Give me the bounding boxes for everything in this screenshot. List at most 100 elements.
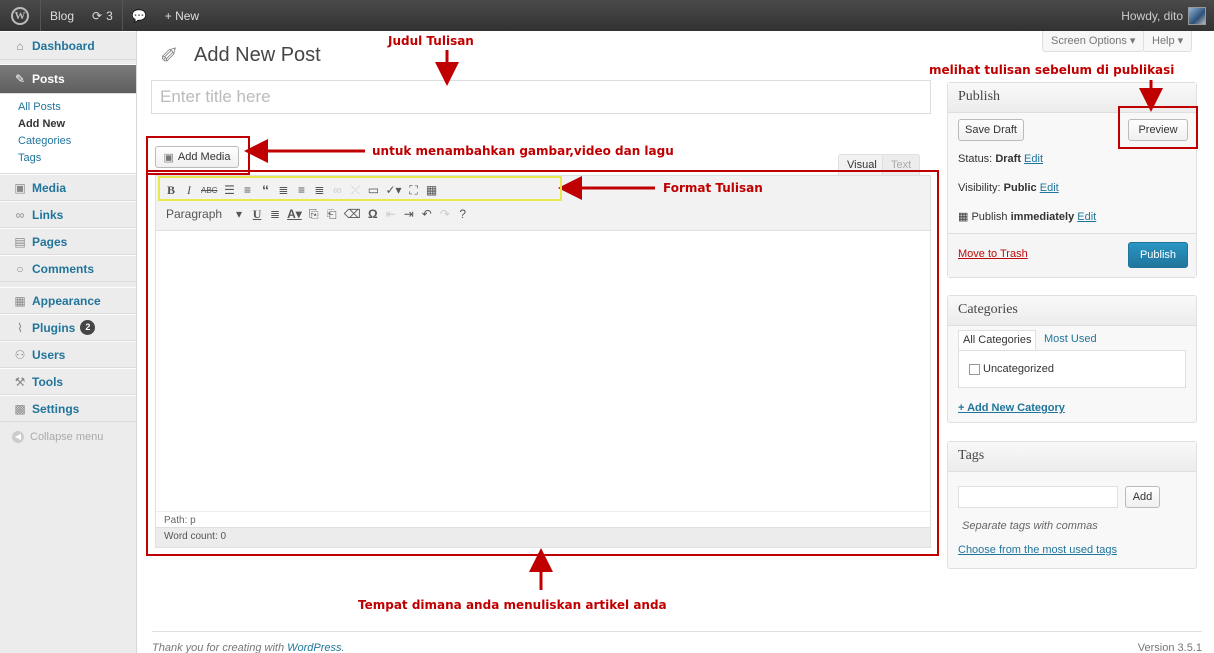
comments-link[interactable]: 💬 bbox=[123, 0, 156, 31]
annotation-media: untuk menambahkan gambar,video dan lagu bbox=[372, 144, 674, 158]
media-icon: ▣ bbox=[14, 180, 26, 195]
footer-thanks: Thank you for creating with bbox=[152, 642, 285, 653]
sidebar-item-label: Comments bbox=[32, 261, 95, 276]
page-title: Add New Post bbox=[194, 44, 321, 66]
submenu-add-new[interactable]: Add New bbox=[0, 116, 136, 133]
publish-actions: Move to Trash Publish bbox=[948, 233, 1196, 277]
new-content-link[interactable]: + New bbox=[156, 0, 208, 31]
version-text: Version 3.5.1 bbox=[1137, 642, 1202, 653]
home-icon: ⌂ bbox=[16, 38, 24, 53]
annotation-preview: melihat tulisan sebelum di publikasi bbox=[929, 63, 1175, 77]
submenu-tags[interactable]: Tags bbox=[0, 150, 136, 167]
edit-visibility-link[interactable]: Edit bbox=[1040, 182, 1059, 194]
users-icon: ⚇ bbox=[14, 347, 26, 362]
refresh-icon: ⟳ bbox=[92, 8, 103, 23]
admin-bar: W Blog ⟳ 3 💬 + New Howdy, dito bbox=[0, 0, 1214, 31]
sidebar-item-users[interactable]: ⚇ Users bbox=[0, 341, 136, 368]
settings-icon: ▩ bbox=[14, 401, 26, 416]
schedule-value: immediately bbox=[1010, 211, 1075, 223]
submenu-categories[interactable]: Categories bbox=[0, 133, 136, 150]
tools-icon: ⚒ bbox=[14, 374, 26, 389]
sidebar-item-settings[interactable]: ▩ Settings bbox=[0, 395, 136, 422]
footer: Thank you for creating with WordPress. V… bbox=[152, 631, 1202, 653]
visibility-row: Visibility: Public Edit bbox=[958, 182, 1059, 194]
sidebar-item-appearance[interactable]: ▦ Appearance bbox=[0, 287, 136, 314]
sidebar-item-tools[interactable]: ⚒ Tools bbox=[0, 368, 136, 395]
move-to-trash-link[interactable]: Move to Trash bbox=[958, 248, 1028, 260]
category-label: Uncategorized bbox=[983, 363, 1054, 375]
comment-icon: ○ bbox=[16, 261, 24, 276]
status-row: Status: Draft Edit bbox=[958, 153, 1043, 165]
checkbox[interactable] bbox=[969, 363, 980, 375]
plug-icon: ⌇ bbox=[17, 320, 23, 335]
choose-tags-link[interactable]: Choose from the most used tags bbox=[958, 544, 1117, 556]
schedule-row: ▦ Publish immediately Edit bbox=[958, 210, 1096, 223]
collapse-menu-button[interactable]: ◀ Collapse menu bbox=[0, 422, 136, 443]
post-title-input[interactable]: Enter title here bbox=[151, 80, 931, 114]
pushpin-icon: ✐ bbox=[160, 43, 179, 68]
appearance-icon: ▦ bbox=[14, 293, 26, 308]
visibility-value: Public bbox=[1003, 182, 1037, 194]
sidebar-item-label: Media bbox=[32, 180, 67, 195]
site-name-link[interactable]: Blog bbox=[41, 0, 83, 31]
sidebar-item-label: Plugins bbox=[32, 320, 76, 335]
collapse-arrow-icon: ◀ bbox=[12, 431, 24, 443]
sidebar-item-label: Settings bbox=[32, 401, 80, 416]
wordpress-link[interactable]: WordPress bbox=[287, 642, 341, 653]
tag-input[interactable] bbox=[958, 486, 1118, 508]
sidebar-item-label: Users bbox=[32, 347, 66, 362]
annotation-title: Judul Tulisan bbox=[388, 34, 474, 48]
updates-link[interactable]: ⟳ 3 bbox=[83, 0, 122, 31]
sidebar-item-label: Posts bbox=[32, 72, 65, 86]
sidebar-item-label: Appearance bbox=[32, 293, 101, 308]
annotation-box-preview bbox=[1118, 106, 1198, 149]
add-new-category-link[interactable]: + Add New Category bbox=[958, 402, 1065, 414]
howdy-account[interactable]: Howdy, dito bbox=[1121, 9, 1183, 23]
submenu-all-posts[interactable]: All Posts bbox=[0, 99, 136, 116]
admin-sidebar: ⌂ Dashboard ✎ Posts All Posts Add New Cate… bbox=[0, 31, 137, 653]
comment-bubble-icon: 💬 bbox=[131, 8, 147, 23]
status-value: Draft bbox=[995, 153, 1021, 165]
plugins-update-badge: 2 bbox=[80, 320, 96, 335]
status-label: Status: bbox=[958, 153, 993, 165]
calendar-icon: ▦ bbox=[958, 211, 969, 223]
sidebar-item-dashboard[interactable]: ⌂ Dashboard bbox=[0, 31, 136, 60]
screen-options-button[interactable]: Screen Options ▾ bbox=[1042, 31, 1145, 52]
category-item[interactable]: Uncategorized bbox=[969, 363, 1054, 375]
sidebar-item-label: Dashboard bbox=[32, 38, 95, 53]
tags-hint: Separate tags with commas bbox=[962, 520, 1098, 532]
sidebar-item-media[interactable]: ▣ Media bbox=[0, 174, 136, 201]
pushpin-icon: ✎ bbox=[14, 72, 26, 86]
visibility-label: Visibility: bbox=[958, 182, 1001, 194]
annotation-body: Tempat dimana anda menuliskan artikel an… bbox=[358, 598, 667, 612]
save-draft-button[interactable]: Save Draft bbox=[958, 119, 1024, 141]
sidebar-item-label: Tools bbox=[32, 374, 64, 389]
sidebar-item-label: Pages bbox=[32, 234, 68, 249]
collapse-label: Collapse menu bbox=[30, 431, 104, 443]
category-list: Uncategorized bbox=[958, 350, 1186, 388]
sidebar-item-plugins[interactable]: ⌇ Plugins 2 bbox=[0, 314, 136, 341]
link-icon: ∞ bbox=[15, 207, 25, 222]
categories-box: Categories All Categories Most Used Unca… bbox=[947, 295, 1197, 423]
categories-box-heading: Categories bbox=[948, 296, 1196, 326]
help-button[interactable]: Help ▾ bbox=[1143, 31, 1193, 52]
edit-schedule-link[interactable]: Edit bbox=[1077, 211, 1096, 223]
schedule-label: Publish bbox=[971, 211, 1008, 223]
sidebar-item-links[interactable]: ∞ Links bbox=[0, 201, 136, 228]
sidebar-item-comments[interactable]: ○ Comments bbox=[0, 255, 136, 282]
add-tag-button[interactable]: Add bbox=[1125, 486, 1160, 508]
sidebar-item-posts[interactable]: ✎ Posts bbox=[0, 64, 136, 94]
sidebar-item-pages[interactable]: ▤ Pages bbox=[0, 228, 136, 255]
avatar[interactable] bbox=[1188, 6, 1206, 25]
publish-button[interactable]: Publish bbox=[1128, 242, 1188, 268]
pages-icon: ▤ bbox=[14, 234, 26, 249]
tags-box: Tags Add Separate tags with commas Choos… bbox=[947, 441, 1197, 569]
wordpress-logo-icon[interactable]: W bbox=[0, 0, 40, 31]
edit-status-link[interactable]: Edit bbox=[1024, 153, 1043, 165]
tags-box-heading: Tags bbox=[948, 442, 1196, 472]
annotation-box-editor bbox=[146, 170, 939, 556]
updates-count: 3 bbox=[106, 8, 113, 23]
tab-all-categories[interactable]: All Categories bbox=[958, 330, 1037, 350]
posts-submenu: All Posts Add New Categories Tags bbox=[0, 94, 136, 174]
tab-most-used[interactable]: Most Used bbox=[1044, 333, 1097, 345]
